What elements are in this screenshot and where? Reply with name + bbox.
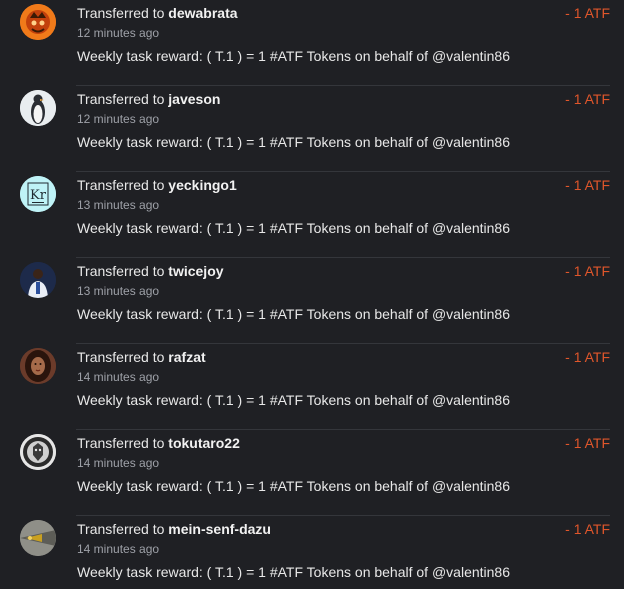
transfer-prefix: Transferred to <box>77 435 165 451</box>
transfer-amount: - 1 ATF <box>565 5 610 21</box>
transfer-amount: - 1 ATF <box>565 177 610 193</box>
recipient-link[interactable]: mein-senf-dazu <box>168 521 271 537</box>
list-item: Transferred to twicejoy 13 minutes ago W… <box>0 258 624 344</box>
avatar-text: Kr <box>30 188 47 203</box>
transfer-title: Transferred to dewabrata <box>77 5 238 21</box>
transfer-amount: - 1 ATF <box>565 521 610 537</box>
krypton-element-avatar[interactable]: Kr <box>20 176 56 212</box>
transfer-feed: Transferred to dewabrata 12 minutes ago … <box>0 0 624 589</box>
timestamp: 12 minutes ago <box>77 26 160 40</box>
transfer-prefix: Transferred to <box>77 91 165 107</box>
transfer-memo: Weekly task reward: ( T.1 ) = 1 #ATF Tok… <box>77 564 511 580</box>
transfer-memo: Weekly task reward: ( T.1 ) = 1 #ATF Tok… <box>77 478 511 494</box>
recipient-link[interactable]: javeson <box>168 91 220 107</box>
recipient-link[interactable]: twicejoy <box>168 263 223 279</box>
transfer-prefix: Transferred to <box>77 263 165 279</box>
timestamp: 13 minutes ago <box>77 198 160 212</box>
transfer-prefix: Transferred to <box>77 5 165 21</box>
timestamp: 13 minutes ago <box>77 284 160 298</box>
transfer-title: Transferred to yeckingo1 <box>77 177 237 193</box>
transfer-memo: Weekly task reward: ( T.1 ) = 1 #ATF Tok… <box>77 306 511 322</box>
transfer-title: Transferred to tokutaro22 <box>77 435 240 451</box>
transfer-title: Transferred to mein-senf-dazu <box>77 521 271 537</box>
transfer-prefix: Transferred to <box>77 521 165 537</box>
list-item: Transferred to javeson 12 minutes ago We… <box>0 86 624 172</box>
transfer-memo: Weekly task reward: ( T.1 ) = 1 #ATF Tok… <box>77 48 511 64</box>
orange-emblem-avatar[interactable] <box>20 4 56 40</box>
transfer-memo: Weekly task reward: ( T.1 ) = 1 #ATF Tok… <box>77 392 511 408</box>
transfer-prefix: Transferred to <box>77 349 165 365</box>
timestamp: 14 minutes ago <box>77 370 160 384</box>
transfer-title: Transferred to javeson <box>77 91 220 107</box>
transfer-amount: - 1 ATF <box>565 435 610 451</box>
transfer-title: Transferred to twicejoy <box>77 263 224 279</box>
penguin-avatar[interactable] <box>20 90 56 126</box>
transfer-amount: - 1 ATF <box>565 263 610 279</box>
transfer-amount: - 1 ATF <box>565 349 610 365</box>
recipient-link[interactable]: tokutaro22 <box>168 435 240 451</box>
recipient-link[interactable]: dewabrata <box>168 5 237 21</box>
timestamp: 14 minutes ago <box>77 456 160 470</box>
transfer-amount: - 1 ATF <box>565 91 610 107</box>
transfer-title: Transferred to rafzat <box>77 349 206 365</box>
lion-emblem-avatar[interactable] <box>20 434 56 470</box>
list-item: Kr Transferred to yeckingo1 13 minutes a… <box>0 172 624 258</box>
transfer-memo: Weekly task reward: ( T.1 ) = 1 #ATF Tok… <box>77 134 511 150</box>
timestamp: 12 minutes ago <box>77 112 160 126</box>
transfer-prefix: Transferred to <box>77 177 165 193</box>
list-item: Transferred to mein-senf-dazu 14 minutes… <box>0 516 624 589</box>
list-item: Transferred to rafzat 14 minutes ago Wee… <box>0 344 624 430</box>
timestamp: 14 minutes ago <box>77 542 160 556</box>
abstract-avatar[interactable] <box>20 520 56 556</box>
portrait-avatar[interactable] <box>20 348 56 384</box>
recipient-link[interactable]: yeckingo1 <box>168 177 236 193</box>
recipient-link[interactable]: rafzat <box>168 349 205 365</box>
list-item: Transferred to tokutaro22 14 minutes ago… <box>0 430 624 516</box>
person-avatar[interactable] <box>20 262 56 298</box>
transfer-memo: Weekly task reward: ( T.1 ) = 1 #ATF Tok… <box>77 220 511 236</box>
list-item: Transferred to dewabrata 12 minutes ago … <box>0 0 624 86</box>
